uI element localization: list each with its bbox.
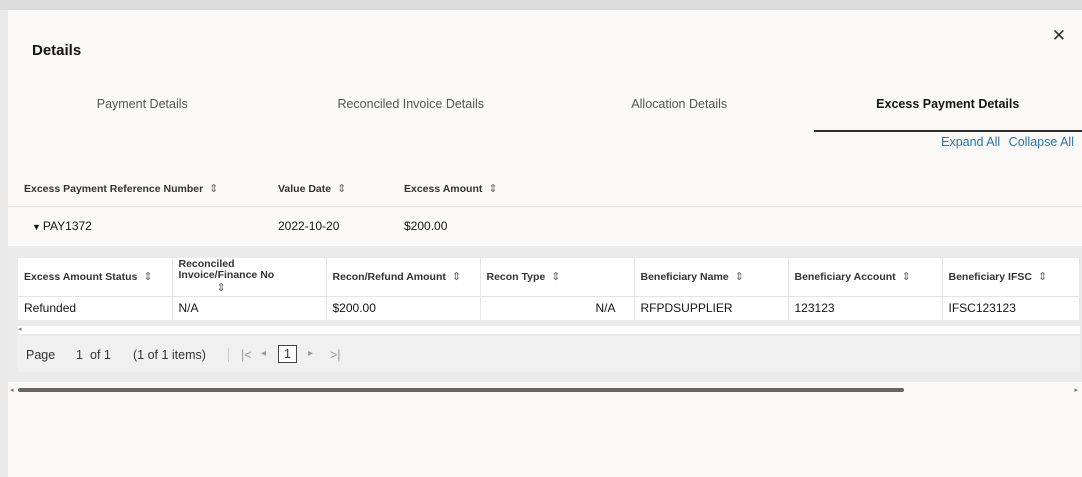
tab-allocation-details[interactable]: Allocation Details xyxy=(545,94,814,132)
expand-all-link[interactable]: Expand All xyxy=(941,135,1000,149)
scrollbar-thumb[interactable] xyxy=(18,388,904,392)
cell-excess-amount-status: Refunded xyxy=(18,296,173,320)
sort-icon[interactable]: ⇕ xyxy=(551,271,560,283)
header-value-date[interactable]: Value Date ⇕ xyxy=(278,182,346,195)
cell-reconciled-invoice: N/A xyxy=(172,296,327,320)
sort-icon[interactable]: ⇕ xyxy=(209,183,218,195)
header-beneficiary-account[interactable]: Beneficiary Account ⇕ xyxy=(788,258,943,297)
scroll-left-icon[interactable]: ◂ xyxy=(10,386,14,394)
current-page-button[interactable]: 1 xyxy=(278,345,297,363)
collapse-all-link[interactable]: Collapse All xyxy=(1009,135,1074,149)
row-excess-amount: $200.00 xyxy=(404,219,448,233)
header-label: Reconciled Invoice/Finance No xyxy=(178,258,275,282)
header-excess-amount[interactable]: Excess Amount ⇕ xyxy=(404,182,498,195)
row-reference[interactable]: ▼ PAY1372 xyxy=(32,219,92,233)
sort-icon[interactable]: ⇕ xyxy=(337,183,346,195)
table-row[interactable]: Refunded N/A $200.00 N/A RFPDSUPPLIER 12… xyxy=(18,296,1080,320)
last-page-icon[interactable]: >| xyxy=(330,348,341,362)
pagination-bar: Page 1 of 1 (1 of 1 items) |< ◂ 1 ▸ >| xyxy=(18,336,1080,372)
close-icon[interactable]: ✕ xyxy=(1052,26,1066,46)
sort-icon[interactable]: ⇕ xyxy=(452,271,461,283)
header-beneficiary-ifsc[interactable]: Beneficiary IFSC ⇕ xyxy=(942,258,1080,297)
tab-bar: Payment Details Reconciled Invoice Detai… xyxy=(8,94,1082,132)
inner-horizontal-scrollbar[interactable]: ◂ xyxy=(18,326,1080,334)
scroll-left-icon[interactable]: ◂ xyxy=(18,326,22,333)
outer-table-header: Excess Payment Reference Number ⇕ Value D… xyxy=(8,170,1082,207)
table-row[interactable]: ▼ PAY1372 2022-10-20 $200.00 xyxy=(8,207,1082,245)
horizontal-scrollbar[interactable]: ◂ ▸ xyxy=(8,386,1082,394)
cell-beneficiary-name: RFPDSUPPLIER xyxy=(634,296,789,320)
header-recon-type[interactable]: Recon Type ⇕ xyxy=(480,258,635,297)
first-page-icon[interactable]: |< xyxy=(228,348,252,362)
items-count: (1 of 1 items) xyxy=(133,348,206,362)
nested-detail-panel: Excess Amount Status ⇕ Reconciled Invoice/… xyxy=(8,246,1082,382)
caret-down-icon[interactable]: ▼ xyxy=(32,222,41,232)
page-label: Page xyxy=(26,348,56,362)
sort-icon[interactable]: ⇕ xyxy=(488,183,497,195)
next-page-icon[interactable]: ▸ xyxy=(308,348,313,359)
inner-table-header: Excess Amount Status ⇕ Reconciled Invoice/… xyxy=(18,258,1080,297)
sort-icon[interactable]: ⇕ xyxy=(143,271,152,283)
sort-icon[interactable]: ⇕ xyxy=(735,271,744,283)
cell-beneficiary-account: 123123 xyxy=(788,296,943,320)
prev-page-icon[interactable]: ◂ xyxy=(261,348,266,359)
page-number-input[interactable]: 1 xyxy=(76,348,83,362)
cell-beneficiary-ifsc: IFSC123123 xyxy=(942,296,1080,320)
cell-recon-refund-amount: $200.00 xyxy=(326,296,481,320)
sort-icon[interactable]: ⇕ xyxy=(902,271,911,283)
tab-reconciled-invoice-details[interactable]: Reconciled Invoice Details xyxy=(277,94,546,132)
sort-icon[interactable]: ⇕ xyxy=(1038,271,1047,283)
sort-icon[interactable]: ⇕ xyxy=(217,282,226,294)
row-value-date: 2022-10-20 xyxy=(278,219,340,233)
scroll-right-icon[interactable]: ▸ xyxy=(1074,386,1078,394)
header-recon-refund-amount[interactable]: Recon/Refund Amount ⇕ xyxy=(326,258,481,297)
inner-table: Excess Amount Status ⇕ Reconciled Invoice/… xyxy=(18,258,1080,320)
header-excess-amount-status[interactable]: Excess Amount Status ⇕ xyxy=(18,258,173,297)
header-excess-payment-reference-number[interactable]: Excess Payment Reference Number ⇕ xyxy=(24,182,218,195)
header-beneficiary-name[interactable]: Beneficiary Name ⇕ xyxy=(634,258,789,297)
tab-payment-details[interactable]: Payment Details xyxy=(8,94,277,132)
header-reconciled-invoice-finance-no[interactable]: Reconciled Invoice/Finance No⇕ xyxy=(172,258,327,297)
dialog-title: Details xyxy=(32,42,82,59)
cell-recon-type: N/A xyxy=(480,296,635,320)
top-band xyxy=(0,0,1082,10)
tab-excess-payment-details[interactable]: Excess Payment Details xyxy=(813,94,1082,132)
details-dialog: Details ✕ Payment Details Reconciled Inv… xyxy=(8,10,1082,477)
expand-collapse-links: Expand All Collapse All xyxy=(936,135,1074,149)
page-count: of 1 xyxy=(90,348,111,362)
